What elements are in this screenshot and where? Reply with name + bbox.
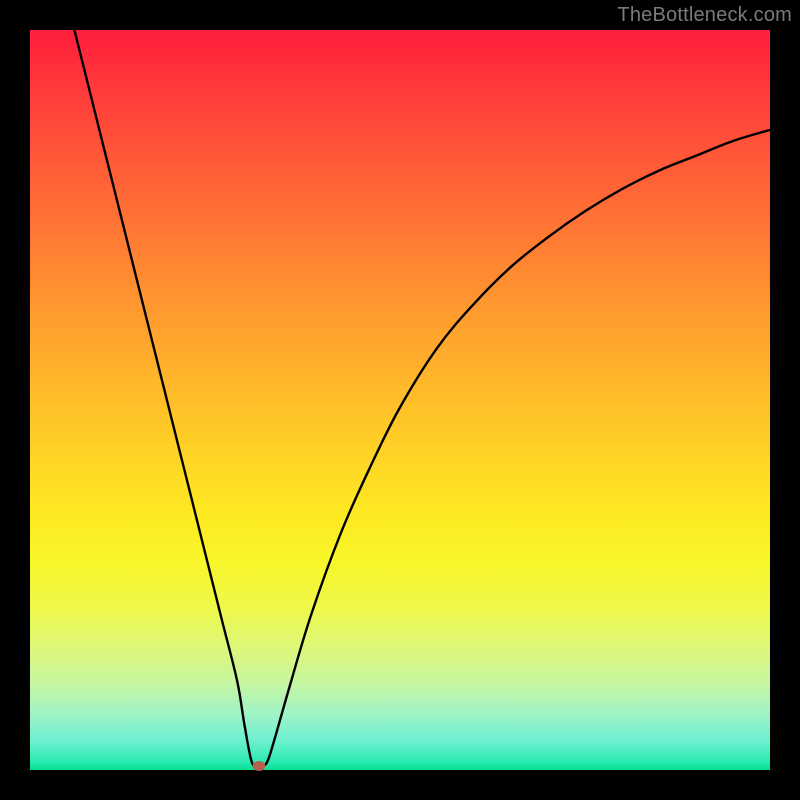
bottleneck-curve <box>30 30 770 770</box>
minimum-marker <box>253 761 266 771</box>
plot-area <box>30 30 770 770</box>
chart-frame: TheBottleneck.com <box>0 0 800 800</box>
watermark-text: TheBottleneck.com <box>617 4 792 27</box>
